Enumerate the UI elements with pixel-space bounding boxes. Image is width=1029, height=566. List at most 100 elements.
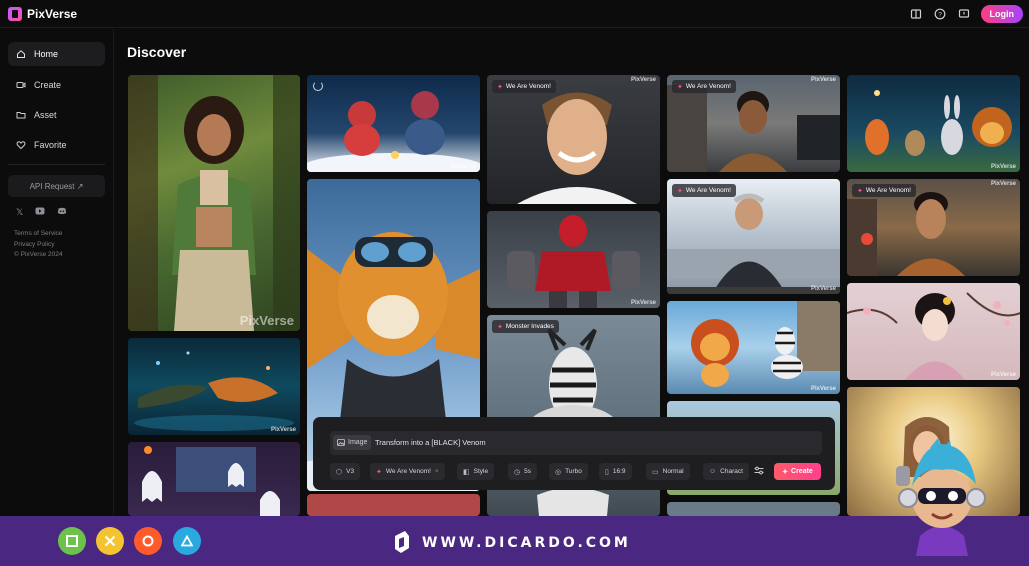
app-name: PixVerse xyxy=(27,6,78,21)
clock-icon: ◷ xyxy=(514,468,521,476)
watermark: PixVerse xyxy=(239,313,294,328)
sparkle-icon: ✦ xyxy=(677,83,683,91)
gallery-card[interactable]: PixVerse xyxy=(847,283,1020,380)
sidebar-item-favorite[interactable]: Favorite xyxy=(8,133,105,157)
motion-select[interactable]: ▭ Normal xyxy=(646,463,690,480)
image-upload-chip[interactable]: Image xyxy=(333,435,372,450)
watermark: PixVerse xyxy=(810,77,836,83)
sidebar-item-create[interactable]: Create xyxy=(8,73,105,97)
badge-label: We Are Venom! xyxy=(685,83,731,90)
motion-label: Normal xyxy=(662,468,684,475)
api-request-button[interactable]: API Request ↗ xyxy=(8,175,105,197)
fish-thumbnail xyxy=(134,351,294,431)
lion-zebra-thumbnail xyxy=(691,301,840,387)
gallery-card[interactable]: PixVerse xyxy=(847,75,1020,172)
sidebar-item-label: Favorite xyxy=(34,140,67,150)
effect-label: We Are Venom! xyxy=(385,468,431,475)
pixverse-logo-icon xyxy=(8,6,22,21)
footer-links: Terms of Service Privacy Policy © PixVer… xyxy=(14,229,63,261)
sparkle-icon: ✦ xyxy=(376,468,382,476)
logo[interactable]: PixVerse xyxy=(8,6,78,21)
feedback-icon[interactable] xyxy=(957,7,971,21)
ratio-label: 16:9 xyxy=(612,468,626,475)
ratio-select[interactable]: ▯ 16:9 xyxy=(599,463,632,480)
sidebar-item-home[interactable]: Home xyxy=(8,42,105,66)
discord-icon[interactable] xyxy=(57,207,67,218)
sparkle-icon: ✦ xyxy=(857,187,863,195)
gallery-card[interactable]: PixVerse xyxy=(307,75,480,172)
woman-forest-thumbnail xyxy=(128,75,300,331)
watermark: PixVerse xyxy=(270,427,296,433)
copyright-text: © PixVerse 2024 xyxy=(14,251,63,258)
sidebar-item-asset[interactable]: Asset xyxy=(8,103,105,127)
settings-sliders-icon[interactable] xyxy=(754,466,764,477)
style-label: Style xyxy=(473,468,489,475)
watermark: PixVerse xyxy=(990,181,1016,187)
badge-label: We Are Venom! xyxy=(865,187,911,194)
watermark: PixVerse xyxy=(630,77,656,83)
gallery-card[interactable] xyxy=(667,502,840,516)
sidebar-item-label: Home xyxy=(34,49,59,59)
effect-badge: ✦ We Are Venom! xyxy=(852,184,916,197)
gallery-card[interactable] xyxy=(128,442,300,516)
gallery-card[interactable]: PixVerse xyxy=(128,75,300,331)
ghosts-thumbnail xyxy=(142,446,280,516)
gallery-card[interactable] xyxy=(307,494,480,516)
gallery-card[interactable]: PixVerse xyxy=(667,301,840,394)
page-title: Discover xyxy=(127,44,187,60)
duration-select[interactable]: ◷ 5s xyxy=(508,463,537,480)
create-button[interactable]: ✦ Create xyxy=(774,463,821,480)
speed-label: Turbo xyxy=(565,468,582,475)
character-label: Charact xyxy=(720,468,743,475)
login-button[interactable]: Login xyxy=(980,5,1023,23)
prompt-text[interactable]: Transform into a [BLACK] Venom xyxy=(375,438,486,447)
create-icon xyxy=(16,80,26,90)
model-select[interactable]: ⬡ V3 xyxy=(330,463,361,480)
effect-select[interactable]: ✦ We Are Venom! × xyxy=(370,463,445,480)
animals-thumbnail xyxy=(865,90,1012,156)
kids-snow-thumbnail xyxy=(307,91,480,172)
badge-label: We Are Venom! xyxy=(505,83,551,90)
badge-label: Monster Invades xyxy=(505,323,554,330)
watermark: PixVerse xyxy=(810,386,836,392)
duration-label: 5s xyxy=(524,468,531,475)
watermark: PixVerse xyxy=(810,286,836,292)
create-label: Create xyxy=(791,468,813,475)
effect-badge: ✦ Monster Invades xyxy=(492,320,559,333)
character-icon: ☺ xyxy=(709,468,717,475)
x-icon[interactable]: 𝕏 xyxy=(16,207,23,218)
geisha-thumbnail xyxy=(847,292,1020,380)
refresh-icon[interactable] xyxy=(313,81,323,91)
square-icon xyxy=(58,527,86,555)
terms-link[interactable]: Terms of Service xyxy=(14,229,63,240)
site-url: WWW.DICARDO.COM xyxy=(422,535,631,551)
style-select[interactable]: ◧ Style xyxy=(457,463,495,480)
svg-text:?: ? xyxy=(938,11,942,18)
gallery-card[interactable]: PixVerse xyxy=(128,338,300,435)
gallery-card[interactable]: ✦ We Are Venom! PixVerse xyxy=(667,179,840,294)
watermark: PixVerse xyxy=(990,164,1016,170)
gallery-card[interactable]: ✦ We Are Venom! PixVerse xyxy=(487,75,660,204)
sidebar-item-label: Asset xyxy=(34,110,57,120)
character-select[interactable]: ☺ Charact xyxy=(703,463,749,480)
gallery-card[interactable]: PixVerse xyxy=(487,211,660,308)
style-icon: ◧ xyxy=(463,468,470,476)
smiling-man-thumbnail xyxy=(517,92,637,204)
book-icon[interactable] xyxy=(909,7,923,21)
gallery-card[interactable]: ✦ We Are Venom! PixVerse xyxy=(847,179,1020,276)
sparkle-icon: ✦ xyxy=(497,323,503,331)
sparkle-icon: ✦ xyxy=(677,187,683,195)
effect-close-icon[interactable]: × xyxy=(435,468,439,475)
privacy-link[interactable]: Privacy Policy xyxy=(14,240,63,251)
watermark: PixVerse xyxy=(450,164,476,170)
robot-spider-thumbnail xyxy=(507,215,640,308)
mascot-character-image xyxy=(896,438,986,556)
gallery-card[interactable]: ✦ We Are Venom! PixVerse xyxy=(667,75,840,172)
help-icon[interactable]: ? xyxy=(933,7,947,21)
youtube-icon[interactable] xyxy=(35,207,45,218)
model-label: V3 xyxy=(346,468,355,475)
effect-badge: ✦ We Are Venom! xyxy=(492,80,556,93)
dicardo-logo-icon xyxy=(395,531,409,553)
sparkle-icon: ✦ xyxy=(497,83,503,91)
speed-select[interactable]: ◎ Turbo xyxy=(549,463,588,480)
